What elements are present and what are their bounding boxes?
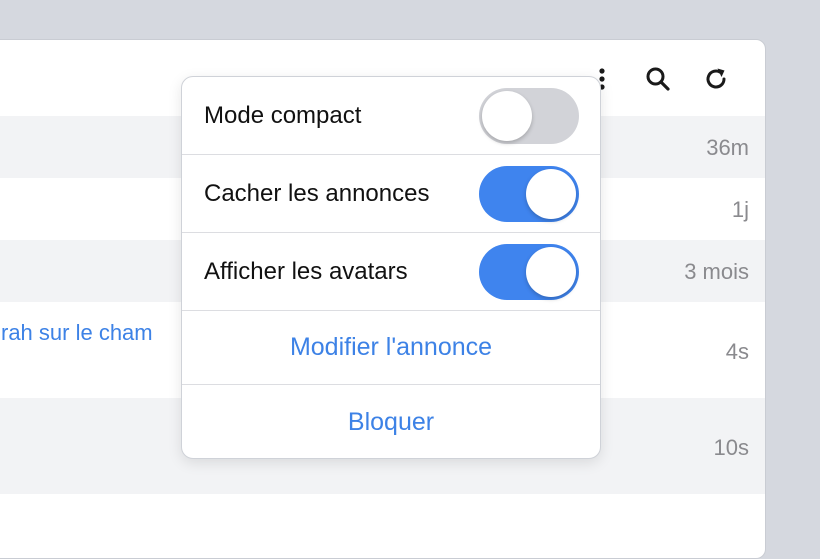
timestamp: 1j [731,197,749,222]
toggle-knob [482,90,532,141]
menu-item-label: Mode compact [204,101,362,129]
menu-item-show-avatars[interactable]: Afficher les avatars [182,233,600,311]
menu-item-label: Afficher les avatars [204,257,408,285]
menu-item-compact-mode[interactable]: Mode compact [182,77,600,155]
block-button[interactable]: Bloquer [182,408,600,437]
hide-ads-toggle[interactable] [479,165,579,222]
timestamp: 10s [713,435,749,460]
menu-item-hide-ads[interactable]: Cacher les annonces [182,155,600,233]
search-icon[interactable] [641,62,675,96]
compact-mode-toggle[interactable] [479,87,579,144]
post-title-link[interactable]: rah sur le cham [1,320,153,346]
menu-item-label: Cacher les annonces [204,179,430,207]
timestamp: 36m [706,135,749,160]
show-avatars-toggle[interactable] [479,243,579,300]
timestamp: 3 mois [684,259,749,284]
toggle-knob [526,246,576,297]
menu-item-edit-ad[interactable]: Modifier l'annonce [182,311,600,385]
timestamp: 4s [725,339,749,364]
menu-item-block[interactable]: Bloquer [182,385,600,458]
edit-ad-button[interactable]: Modifier l'annonce [182,333,600,362]
options-menu: Mode compact Cacher les annonces Affiche… [181,76,601,459]
toggle-knob [526,168,576,219]
refresh-icon[interactable] [699,62,733,96]
